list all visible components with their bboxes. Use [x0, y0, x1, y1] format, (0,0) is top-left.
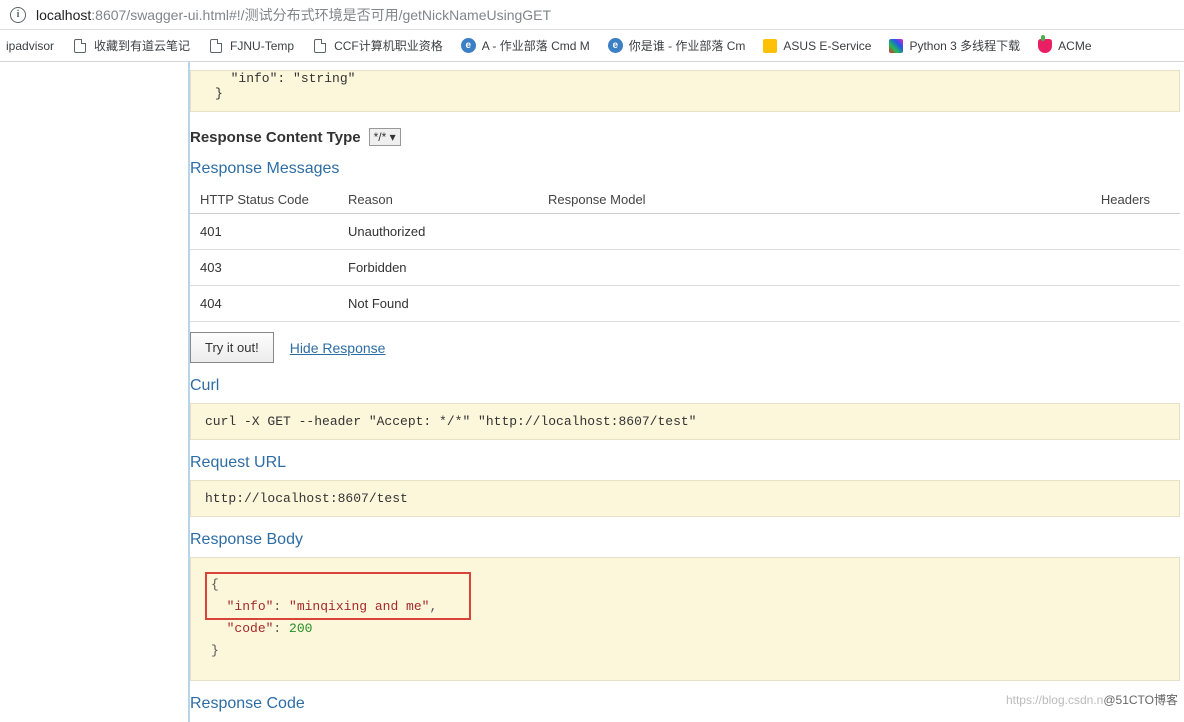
model-cell	[540, 250, 902, 286]
table-row: 403Forbidden	[190, 250, 1180, 286]
col-response-model: Response Model	[540, 186, 902, 214]
bookmark-item[interactable]: CCF计算机职业资格	[312, 37, 443, 54]
model-cell	[540, 214, 902, 250]
headers-cell	[902, 250, 1180, 286]
colorful-icon	[889, 39, 903, 53]
status-code-cell: 403	[190, 250, 340, 286]
response-content-type-label: Response Content Type	[190, 129, 361, 146]
bookmark-item[interactable]: ASUS E-Service	[763, 39, 871, 53]
col-headers: Headers	[902, 186, 1180, 214]
response-body-block: { "info": "minqixing and me", "code": 20…	[190, 557, 1180, 681]
try-it-out-button[interactable]: Try it out!	[190, 332, 274, 363]
url-host: localhost	[36, 7, 91, 23]
bookmark-label: ipadvisor	[6, 39, 54, 53]
file-icon	[208, 38, 224, 54]
circle-icon: e	[461, 38, 476, 53]
actions-row: Try it out! Hide Response	[190, 332, 1180, 363]
table-row: 401Unauthorized	[190, 214, 1180, 250]
response-content-type-row: Response Content Type */* ▾	[190, 128, 1180, 146]
json-line-code: "code": 200	[211, 618, 1159, 640]
bookmark-label: FJNU-Temp	[230, 39, 294, 53]
bookmark-item[interactable]: 收藏到有道云笔记	[72, 37, 190, 54]
bookmark-item[interactable]: e A - 作业部落 Cmd M	[461, 37, 590, 54]
status-code-cell: 401	[190, 214, 340, 250]
pin-icon	[1038, 39, 1052, 53]
table-row: 404Not Found	[190, 286, 1180, 322]
watermark: https://blog.csdn.n@51CTO博客	[1006, 691, 1178, 708]
circle-icon: e	[608, 38, 623, 53]
json-close: }	[211, 640, 1159, 662]
bookmark-label: ASUS E-Service	[783, 39, 871, 53]
response-content-type-select[interactable]: */* ▾	[369, 128, 401, 146]
json-line-info: "info": "minqixing and me",	[211, 596, 1159, 618]
hide-response-link[interactable]: Hide Response	[290, 340, 386, 356]
bookmark-item[interactable]: e 你是谁 - 作业部落 Cm	[608, 37, 746, 54]
reason-cell: Forbidden	[340, 250, 540, 286]
info-icon[interactable]: i	[10, 7, 26, 23]
response-body-title: Response Body	[190, 531, 1180, 549]
address-bar[interactable]: i localhost:8607/swagger-ui.html#!/测试分布式…	[0, 0, 1184, 30]
bookmark-item[interactable]: FJNU-Temp	[208, 38, 294, 54]
response-messages-table: HTTP Status Code Reason Response Model H…	[190, 186, 1180, 322]
curl-title: Curl	[190, 377, 1180, 395]
bookmark-item[interactable]: ACMe	[1038, 39, 1091, 53]
headers-cell	[902, 214, 1180, 250]
col-status-code: HTTP Status Code	[190, 186, 340, 214]
file-icon	[72, 38, 88, 54]
reason-cell: Unauthorized	[340, 214, 540, 250]
bookmark-item[interactable]: ipadvisor	[6, 39, 54, 53]
model-cell	[540, 286, 902, 322]
status-code-cell: 404	[190, 286, 340, 322]
request-url-title: Request URL	[190, 454, 1180, 472]
bookmark-label: 收藏到有道云笔记	[94, 37, 190, 54]
url-path: :8607/swagger-ui.html#!/测试分布式环境是否可用/getN…	[91, 7, 551, 23]
response-messages-title: Response Messages	[190, 160, 1180, 178]
bookmark-bar: ipadvisor 收藏到有道云笔记 FJNU-Temp CCF计算机职业资格 e A -…	[0, 30, 1184, 62]
bookmark-label: A - 作业部落 Cmd M	[482, 37, 590, 54]
bookmark-label: ACMe	[1058, 39, 1091, 53]
headers-cell	[902, 286, 1180, 322]
folder-icon	[763, 39, 777, 53]
bookmark-item[interactable]: Python 3 多线程下载	[889, 37, 1020, 54]
url-text: localhost:8607/swagger-ui.html#!/测试分布式环境…	[36, 5, 551, 25]
curl-block: curl -X GET --header "Accept: */*" "http…	[190, 403, 1180, 440]
bookmark-label: 你是谁 - 作业部落 Cm	[629, 37, 746, 54]
json-open: {	[211, 574, 1159, 596]
reason-cell: Not Found	[340, 286, 540, 322]
col-reason: Reason	[340, 186, 540, 214]
request-url-block: http://localhost:8607/test	[190, 480, 1180, 517]
bookmark-label: Python 3 多线程下载	[909, 37, 1020, 54]
bookmark-label: CCF计算机职业资格	[334, 37, 443, 54]
swagger-operation-panel: "info": "string" } Response Content Type…	[188, 62, 1184, 722]
model-schema-snippet: "info": "string" }	[190, 70, 1180, 112]
file-icon	[312, 38, 328, 54]
